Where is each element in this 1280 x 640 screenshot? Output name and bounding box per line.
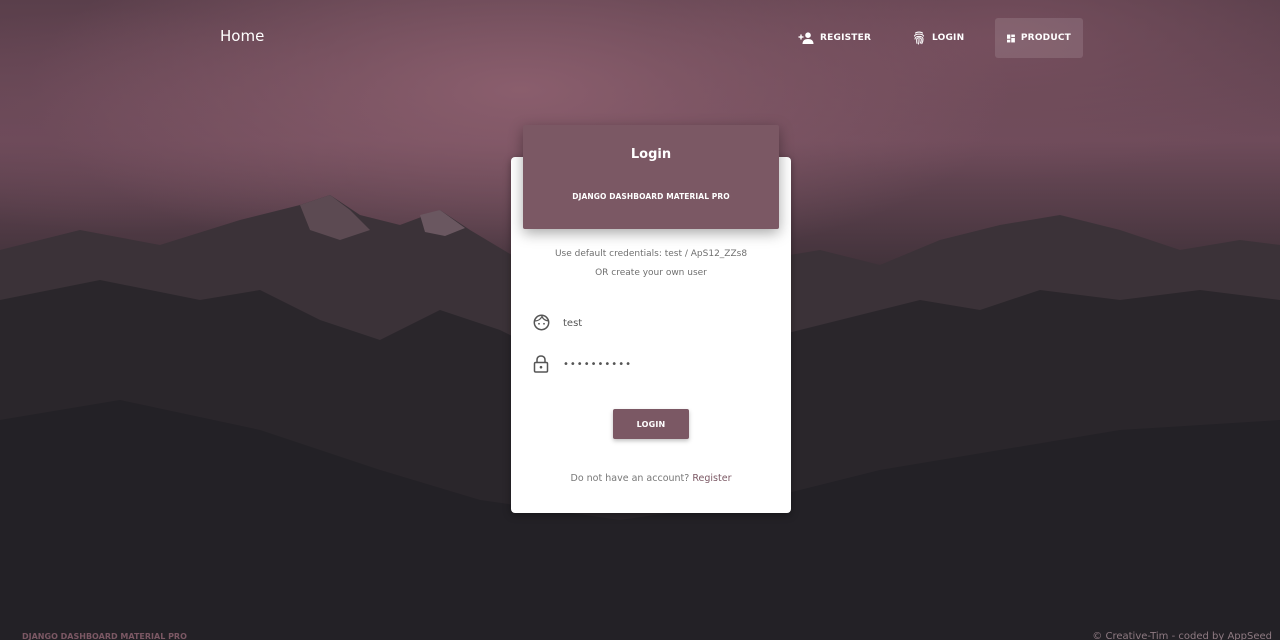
fingerprint-icon	[913, 31, 925, 45]
face-icon	[533, 314, 550, 331]
password-field	[533, 351, 771, 379]
lock-icon	[533, 355, 549, 373]
dashboard-icon	[1007, 34, 1015, 42]
username-input[interactable]	[563, 312, 763, 334]
nav-register-link[interactable]: REGISTER	[786, 18, 883, 58]
nav-login-label: LOGIN	[932, 33, 965, 43]
footer-brand: DJANGO DASHBOARD MATERIAL PRO	[22, 632, 187, 640]
footer-copyright: © Creative-Tim - coded by AppSeed	[1092, 631, 1272, 640]
nav-register-label: REGISTER	[820, 33, 872, 43]
card-header: Login DJANGO DASHBOARD MATERIAL PRO	[523, 125, 779, 229]
password-input[interactable]	[563, 353, 763, 375]
navbar-brand[interactable]: Home	[220, 27, 264, 45]
person-add-icon	[798, 32, 814, 44]
signup-prompt: Do not have an account? Register	[511, 473, 791, 484]
create-user-hint: OR create your own user	[595, 268, 707, 278]
nav-login-link[interactable]: LOGIN	[900, 18, 976, 58]
credentials-hint: Use default credentials: test / ApS12_ZZ…	[554, 249, 748, 259]
login-button[interactable]: LOGIN	[613, 409, 689, 439]
register-link[interactable]: Register	[692, 473, 731, 484]
nav-product-label: PRODUCT	[1020, 33, 1071, 43]
card-title: Login	[630, 147, 672, 162]
card-subtitle: DJANGO DASHBOARD MATERIAL PRO	[572, 192, 730, 201]
signup-prompt-text: Do not have an account?	[570, 473, 690, 484]
nav-product-link[interactable]: PRODUCT	[995, 18, 1083, 58]
username-field	[533, 310, 771, 338]
